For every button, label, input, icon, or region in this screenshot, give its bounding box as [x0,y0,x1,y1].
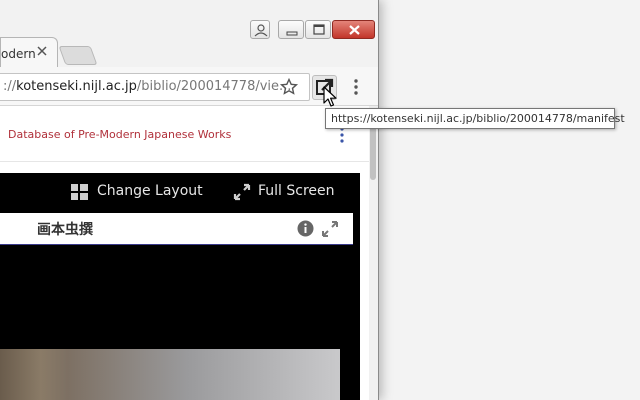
extension-tooltip: https://kotenseki.nijl.ac.jp/biblio/2000… [325,108,625,129]
mouse-cursor-icon [323,86,337,107]
change-layout-label: Change Layout [97,183,203,199]
tab-title: odern [1,47,36,61]
grid-layout-icon [71,184,88,200]
minimize-button[interactable] [278,20,304,39]
url-host: kotenseki.nijl.ac.jp [16,79,137,94]
browser-window: odern ://kotenseki.nijl.ac.jp/biblio/200… [0,0,379,400]
full-screen-label: Full Screen [258,183,335,199]
full-screen-button[interactable]: Full Screen [232,182,337,202]
work-title: 画本虫撰 [37,222,93,238]
url-text: ://kotenseki.nijl.ac.jp/biblio/200014778… [3,79,291,94]
title-bar [0,0,378,39]
tooltip-text: https://kotenseki.nijl.ac.jp/biblio/2000… [331,112,625,125]
header-divider [0,161,369,162]
book-page-image[interactable] [0,349,340,400]
viewer-panel: 画本虫撰 [0,209,353,400]
info-icon[interactable] [297,220,314,237]
tab-active[interactable]: odern [0,37,58,69]
user-icon [254,24,268,37]
more-vert-icon[interactable] [349,77,363,97]
expand-icon[interactable] [321,220,339,238]
panel-header: 画本虫撰 [0,213,353,245]
url-path: /biblio/200014778/vie... [136,79,292,94]
new-tab-button[interactable] [58,46,98,65]
close-icon [349,25,360,35]
profile-button[interactable] [250,20,270,39]
maximize-icon [313,24,325,35]
minimize-icon [286,31,298,36]
change-layout-button[interactable]: Change Layout [70,182,205,202]
star-icon[interactable] [279,77,299,97]
site-title[interactable]: Database of Pre-Modern Japanese Works [8,128,231,141]
tab-close-icon[interactable] [35,44,49,58]
close-button[interactable] [332,20,375,39]
page-content: Database of Pre-Modern Japanese Works Ch… [0,106,369,400]
url-prefix: :// [3,79,17,94]
address-bar[interactable]: ://kotenseki.nijl.ac.jp/biblio/200014778… [0,73,310,101]
viewer-toolbar: Change Layout Full Screen [0,173,360,209]
image-viewer: Change Layout Full Screen 画本虫撰 [0,173,360,400]
fullscreen-icon [233,183,251,201]
maximize-button[interactable] [305,20,331,39]
